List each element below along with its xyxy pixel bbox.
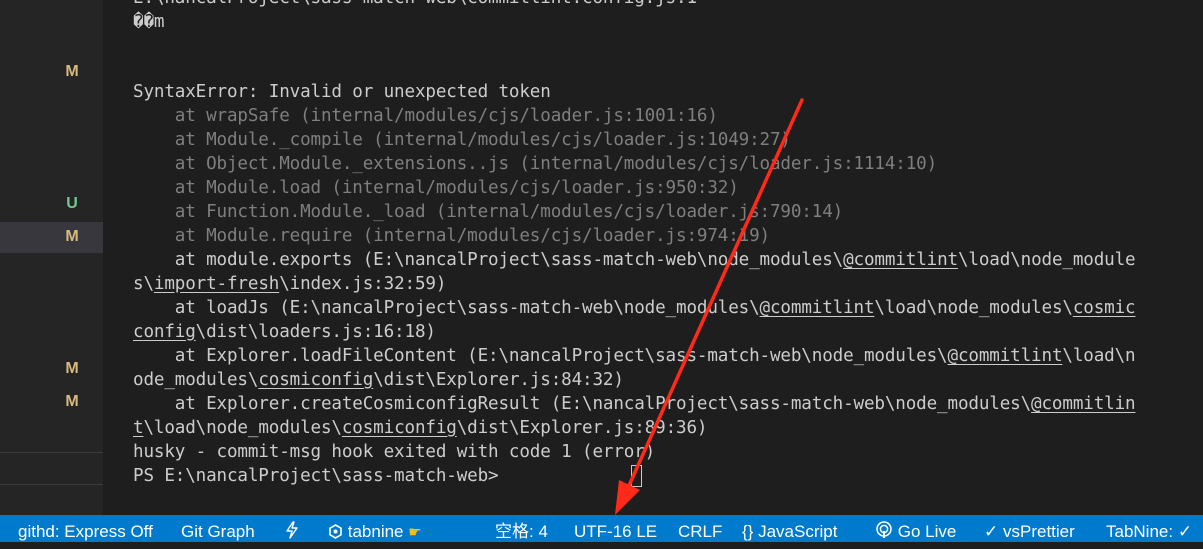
path-link[interactable]: config bbox=[133, 322, 196, 342]
stack-frame-line: at Module._compile (internal/modules/cjs… bbox=[133, 130, 791, 150]
tabnine-label: tabnine bbox=[347, 522, 404, 541]
stack-frame-line: at loadJs (E:\nancalProject\sass-match-w… bbox=[133, 298, 1136, 318]
tabnine-icon bbox=[329, 524, 342, 539]
git-modified-badge: M bbox=[65, 228, 79, 245]
stack-frame-line: at Explorer.loadFileContent (E:\nancalPr… bbox=[133, 346, 1136, 366]
stack-frame-line: at Module.require (internal/modules/cjs/… bbox=[133, 226, 770, 246]
path-link[interactable]: @commitlint bbox=[760, 298, 875, 318]
stack-frame-line: config\dist\loaders.js:16:18) bbox=[133, 322, 436, 342]
stack-frame-line: t\load\node_modules\cosmiconfig\dist\Exp… bbox=[133, 418, 708, 438]
language-label: JavaScript bbox=[758, 522, 838, 541]
path-link[interactable]: cosmic bbox=[1073, 298, 1136, 318]
git-modified-badge: M bbox=[65, 63, 79, 80]
eol-button[interactable]: CRLF bbox=[678, 515, 722, 542]
path-link[interactable]: cosmiconfig bbox=[342, 418, 457, 438]
git-modified-badge: M bbox=[65, 393, 79, 410]
tabnine-indicator-label: TabNine: bbox=[1106, 522, 1174, 541]
stack-frame-line: at Explorer.createCosmiconfigResult (E:\… bbox=[133, 394, 1136, 414]
stack-frame-line: at Function.Module._load (internal/modul… bbox=[133, 202, 844, 222]
stack-frame-line: at Module.load (internal/modules/cjs/loa… bbox=[133, 178, 739, 198]
sidebar-divider bbox=[0, 452, 103, 453]
git-graph-button[interactable]: Git Graph bbox=[181, 515, 255, 542]
path-link[interactable]: import-fresh bbox=[154, 274, 279, 294]
go-live-label: Go Live bbox=[897, 522, 957, 541]
terminal-line: husky - commit-msg hook exited with code… bbox=[133, 442, 656, 462]
path-link[interactable]: @commitlint bbox=[948, 346, 1063, 366]
githd-status[interactable]: githd: Express Off bbox=[18, 515, 153, 542]
go-live-button[interactable]: Go Live bbox=[875, 515, 956, 542]
check-icon: ✓ bbox=[1177, 522, 1193, 541]
terminal-line: E:\nancalProject\sass-match-web\commitli… bbox=[133, 0, 697, 10]
explorer-sidebar: M U M M M bbox=[0, 0, 103, 515]
prettier-label: vsPrettier bbox=[1002, 522, 1075, 541]
language-mode-button[interactable]: {} JavaScript bbox=[742, 515, 837, 542]
terminal-error-line: SyntaxError: Invalid or unexpected token bbox=[133, 82, 551, 102]
prettier-status[interactable]: ✓ vsPrettier bbox=[984, 515, 1075, 542]
stack-frame-line: ode_modules\cosmiconfig\dist\Explorer.js… bbox=[133, 370, 624, 390]
path-link[interactable]: t bbox=[133, 418, 144, 438]
path-link[interactable]: cosmiconfig bbox=[258, 370, 373, 390]
terminal-cursor bbox=[631, 465, 642, 487]
terminal-line: ��m bbox=[133, 12, 165, 32]
selected-file-row[interactable] bbox=[0, 222, 103, 253]
braces-icon: {} bbox=[742, 522, 754, 541]
indentation-button[interactable]: 空格: 4 bbox=[495, 515, 548, 542]
tabnine-indicator[interactable]: TabNine: ✓ bbox=[1106, 515, 1192, 542]
stack-frame-line: at wrapSafe (internal/modules/cjs/loader… bbox=[133, 106, 718, 126]
terminal-panel[interactable]: E:\nancalProject\sass-match-web\commitli… bbox=[103, 0, 1203, 515]
broadcast-icon bbox=[876, 521, 892, 538]
path-link[interactable]: @commitlin bbox=[1031, 394, 1136, 414]
sidebar-divider bbox=[0, 484, 103, 485]
tabnine-status[interactable]: tabnine ☛ bbox=[328, 515, 422, 542]
terminal-prompt[interactable]: PS E:\nancalProject\sass-match-web> bbox=[133, 464, 509, 488]
hand-pointer-icon: ☛ bbox=[408, 524, 422, 541]
git-modified-badge: M bbox=[65, 360, 79, 377]
encoding-button[interactable]: UTF-16 LE bbox=[574, 515, 657, 542]
lightning-icon[interactable] bbox=[286, 515, 298, 542]
path-link[interactable]: @commitlint bbox=[843, 250, 958, 270]
check-icon: ✓ bbox=[984, 522, 999, 541]
stack-frame-line: at Object.Module._extensions..js (intern… bbox=[133, 154, 938, 174]
status-bar: githd: Express Off Git Graph tabnine ☛ 空… bbox=[0, 515, 1203, 542]
stack-frame-line: s\import-fresh\index.js:32:59) bbox=[133, 274, 447, 294]
git-untracked-badge: U bbox=[66, 195, 78, 212]
stack-frame-line: at module.exports (E:\nancalProject\sass… bbox=[133, 250, 1136, 270]
